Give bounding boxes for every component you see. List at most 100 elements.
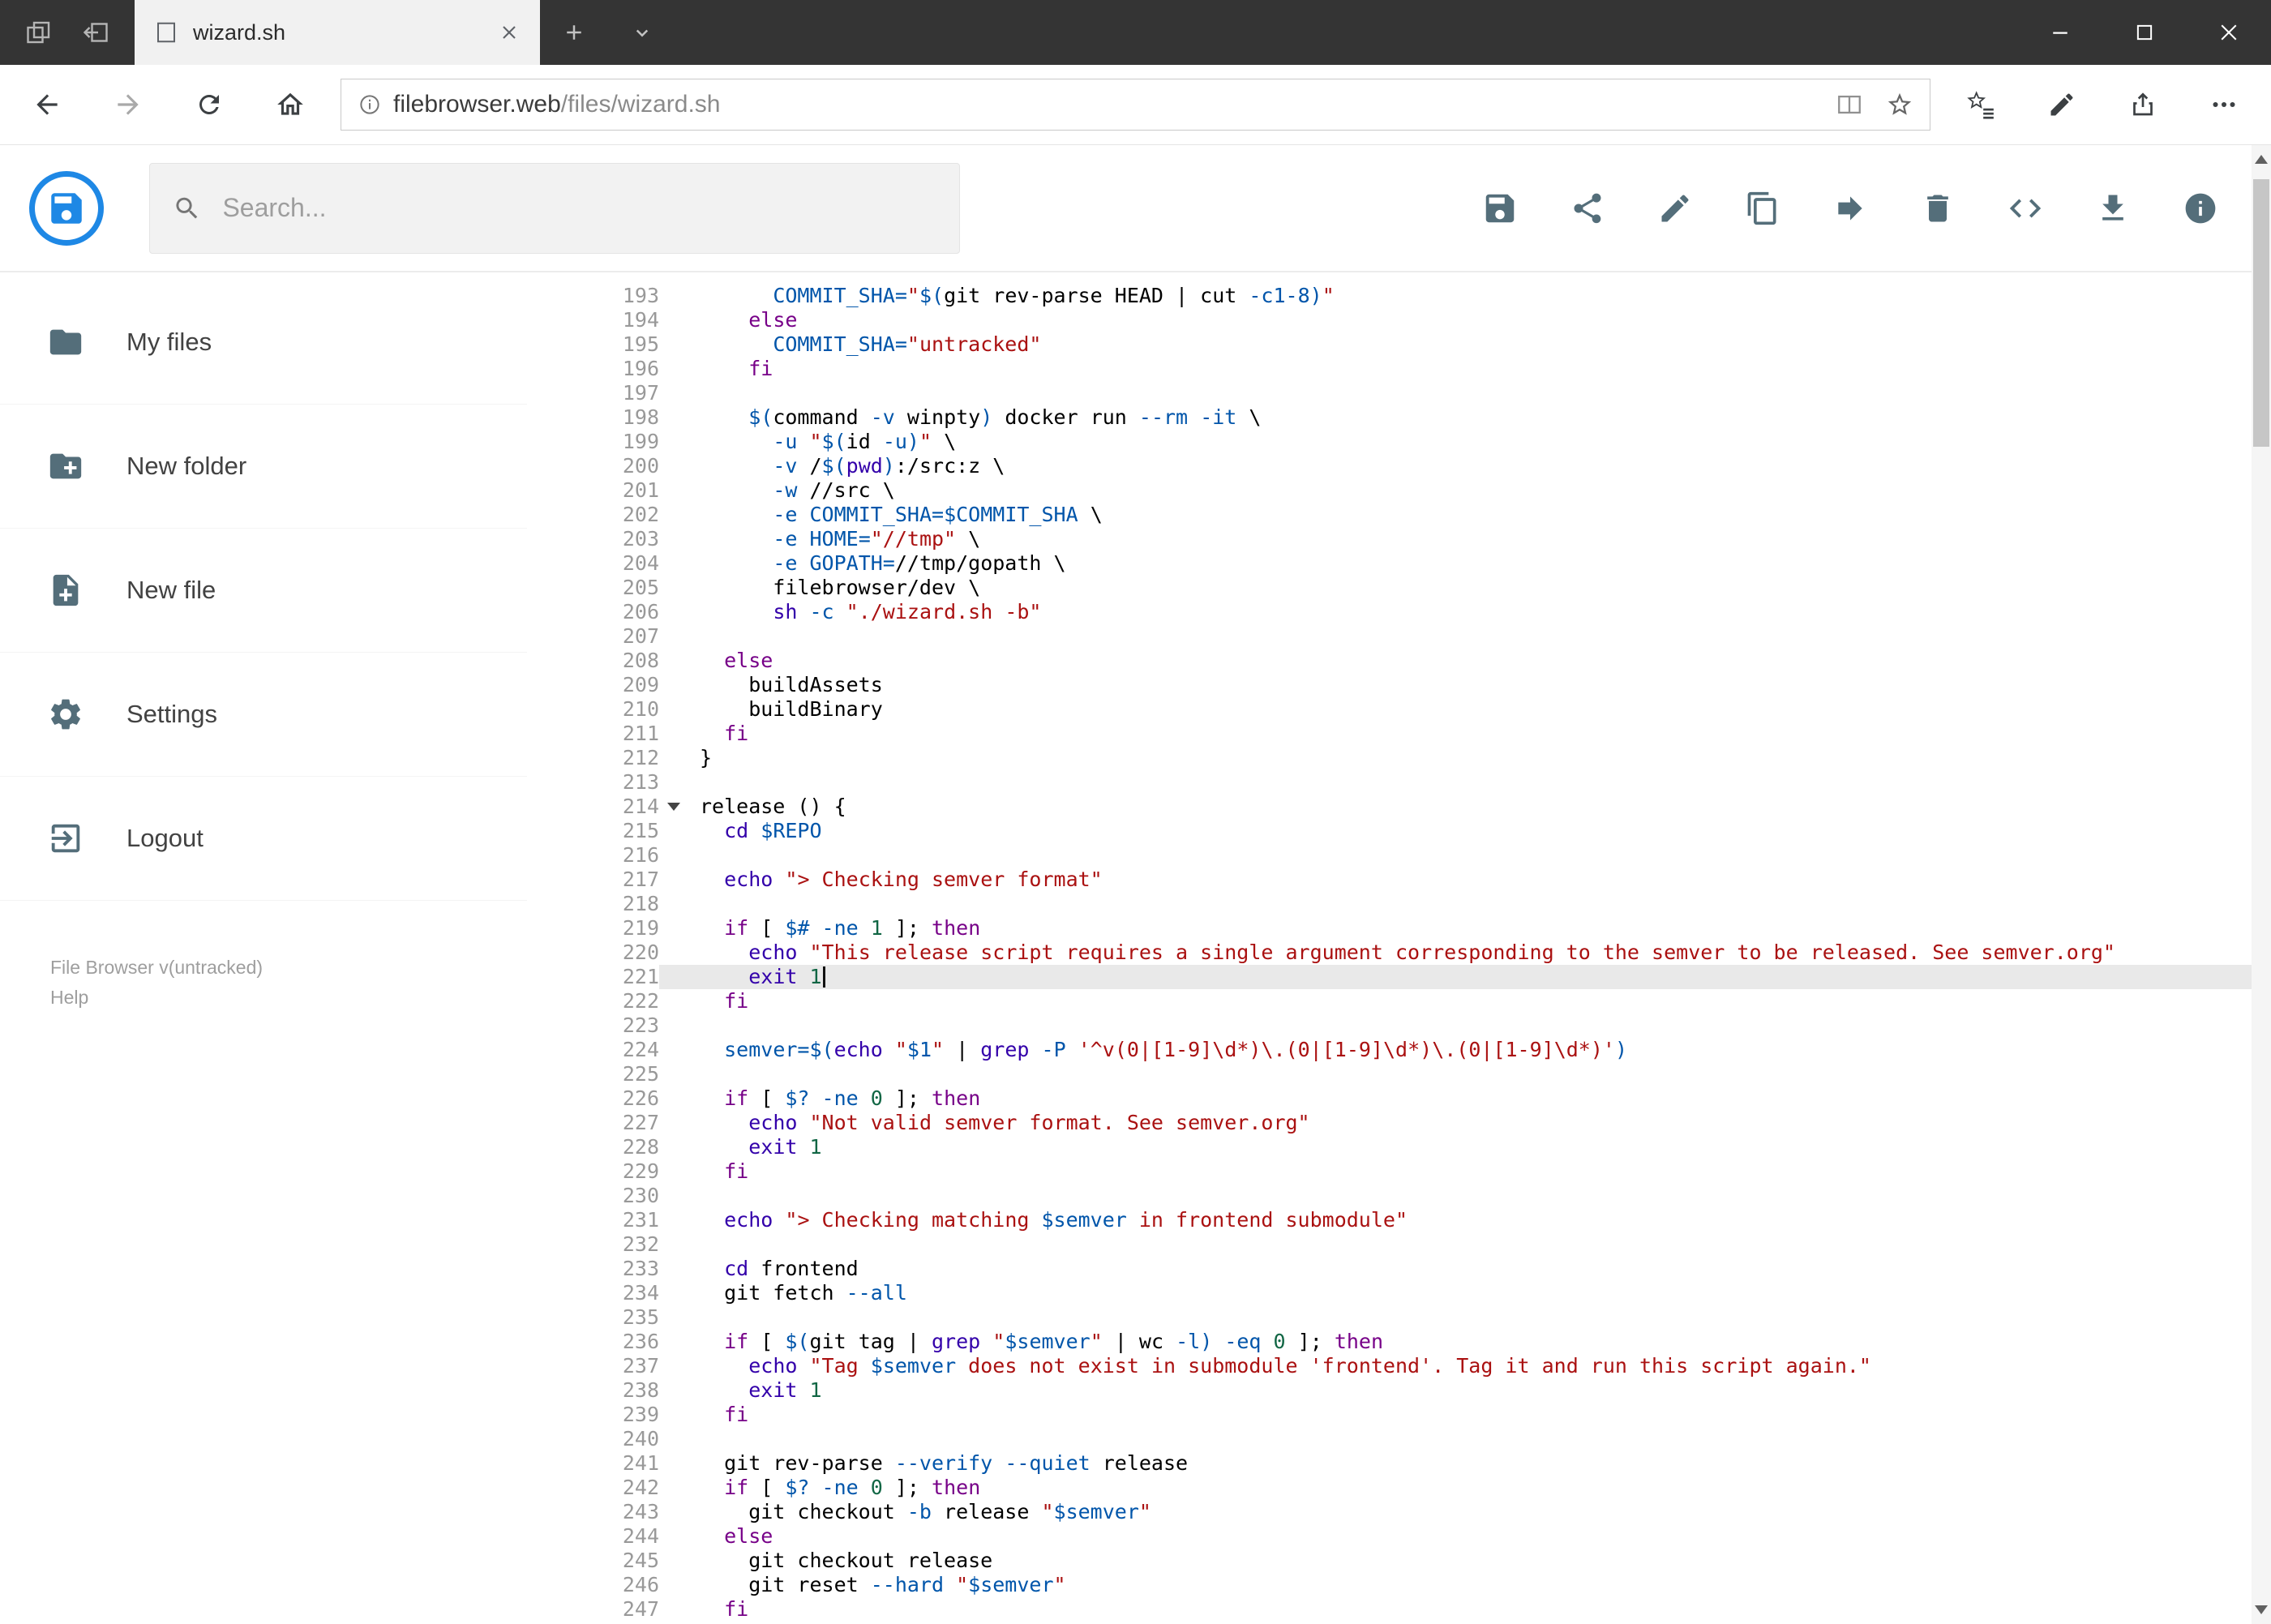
info-button[interactable] [2182,190,2219,227]
back-button[interactable] [6,65,88,144]
code-line[interactable]: 224 semver=$(echo "$1" | grep -P '^v(0|[… [527,1038,2271,1062]
code-line[interactable]: 233 cd frontend [527,1257,2271,1281]
code-line[interactable]: 194 else [527,308,2271,332]
filebrowser-logo[interactable] [29,170,104,246]
code-line[interactable]: 214 release () { [527,795,2271,819]
source-code-button[interactable] [2007,190,2044,227]
code-line[interactable]: 211 fi [527,722,2271,746]
code-line[interactable]: 246 git reset --hard "$semver" [527,1573,2271,1597]
page-scrollbar[interactable] [2252,145,2271,1624]
code-line[interactable]: 219 if [ $# -ne 1 ]; then [527,916,2271,941]
sidebar-item-settings[interactable]: Settings [0,653,527,777]
sidebar-item-my-files[interactable]: My files [0,281,527,405]
scroll-down-arrow-icon[interactable] [2255,1605,2268,1614]
code-line[interactable]: 243 git checkout -b release "$semver" [527,1500,2271,1524]
new-tab-button[interactable] [540,0,608,65]
code-line[interactable]: 217 echo "> Checking semver format" [527,868,2271,892]
share-file-button[interactable] [1569,190,1606,227]
copy-button[interactable] [1744,190,1781,227]
sidebar-item-logout[interactable]: Logout [0,777,527,901]
refresh-button[interactable] [169,65,250,144]
fold-marker-icon[interactable] [667,803,680,811]
search-box[interactable] [149,162,960,254]
code-line[interactable]: 220 echo "This release script requires a… [527,941,2271,965]
code-line[interactable]: 209 buildAssets [527,673,2271,697]
code-line[interactable]: 196 fi [527,357,2271,381]
code-editor[interactable]: 193 COMMIT_SHA="$(git rev-parse HEAD | c… [527,272,2271,1624]
tab-close-icon[interactable] [498,21,521,44]
code-line[interactable]: 205 filebrowser/dev \ [527,576,2271,600]
code-line[interactable]: 202 -e COMMIT_SHA=$COMMIT_SHA \ [527,503,2271,527]
code-line[interactable]: 235 [527,1305,2271,1330]
scrollbar-thumb[interactable] [2253,179,2269,447]
code-line[interactable]: 244 else [527,1524,2271,1549]
code-line[interactable]: 238 exit 1 [527,1378,2271,1403]
code-line[interactable]: 207 [527,624,2271,649]
code-line[interactable]: 230 [527,1184,2271,1208]
code-line[interactable]: 200 -v /$(pwd):/src:z \ [527,454,2271,478]
code-line[interactable]: 197 [527,381,2271,405]
close-button[interactable] [2187,0,2271,65]
code-line[interactable]: 203 -e HOME="//tmp" \ [527,527,2271,551]
reading-view-button[interactable] [1824,91,1875,118]
code-line[interactable]: 215 cd $REPO [527,819,2271,843]
code-line[interactable]: 195 COMMIT_SHA="untracked" [527,332,2271,357]
code-line[interactable]: 199 -u "$(id -u)" \ [527,430,2271,454]
code-line[interactable]: 239 fi [527,1403,2271,1427]
code-line[interactable]: 218 [527,892,2271,916]
delete-button[interactable] [1919,190,1956,227]
more-button[interactable] [2183,65,2265,144]
code-line[interactable]: 204 -e GOPATH=//tmp/gopath \ [527,551,2271,576]
add-favorite-button[interactable] [1875,91,1925,118]
home-button[interactable] [250,65,331,144]
url-text[interactable]: filebrowser.web/files/wizard.sh [393,91,1824,118]
page-info-button[interactable] [346,92,393,117]
minimize-button[interactable] [2018,0,2102,65]
code-line[interactable]: 210 buildBinary [527,697,2271,722]
code-line[interactable]: 237 echo "Tag $semver does not exist in … [527,1354,2271,1378]
share-button[interactable] [2102,65,2183,144]
code-line[interactable]: 221 exit 1 [527,965,2271,989]
code-line[interactable]: 206 sh -c "./wizard.sh -b" [527,600,2271,624]
code-line[interactable]: 216 [527,843,2271,868]
code-line[interactable]: 222 fi [527,989,2271,1013]
maximize-button[interactable] [2102,0,2187,65]
code-line[interactable]: 212} [527,746,2271,770]
code-line[interactable]: 232 [527,1232,2271,1257]
rename-button[interactable] [1656,190,1694,227]
code-line[interactable]: 242 if [ $? -ne 0 ]; then [527,1476,2271,1500]
move-button[interactable] [1832,190,1869,227]
download-button[interactable] [2094,190,2132,227]
help-link[interactable]: Help [50,983,527,1013]
code-line[interactable]: 201 -w //src \ [527,478,2271,503]
code-line[interactable]: 193 COMMIT_SHA="$(git rev-parse HEAD | c… [527,284,2271,308]
web-notes-button[interactable] [2021,65,2102,144]
address-bar[interactable]: filebrowser.web/files/wizard.sh [341,79,1930,131]
save-button[interactable] [1481,190,1519,227]
sidebar-item-new-folder[interactable]: New folder [0,405,527,529]
code-line[interactable]: 213 [527,770,2271,795]
code-line[interactable]: 231 echo "> Checking matching $semver in… [527,1208,2271,1232]
code-line[interactable]: 223 [527,1013,2271,1038]
code-line[interactable]: 234 git fetch --all [527,1281,2271,1305]
code-line[interactable]: 208 else [527,649,2271,673]
code-line[interactable]: 245 git checkout release [527,1549,2271,1573]
browser-tab[interactable]: wizard.sh [135,0,540,65]
search-input[interactable] [221,192,936,224]
code-line[interactable]: 236 if [ $(git tag | grep "$semver" | wc… [527,1330,2271,1354]
code-line[interactable]: 225 [527,1062,2271,1086]
code-line[interactable]: 198 $(command -v winpty) docker run --rm… [527,405,2271,430]
set-tabs-aside-button[interactable] [78,15,114,50]
code-line[interactable]: 247 fi [527,1597,2271,1622]
scroll-up-arrow-icon[interactable] [2255,155,2268,164]
code-line[interactable]: 229 fi [527,1159,2271,1184]
code-line[interactable]: 241 git rev-parse --verify --quiet relea… [527,1451,2271,1476]
tab-preview-toggle[interactable] [608,0,676,65]
code-line[interactable]: 240 [527,1427,2271,1451]
sidebar-item-new-file[interactable]: New file [0,529,527,653]
code-line[interactable]: 227 echo "Not valid semver format. See s… [527,1111,2271,1135]
code-line[interactable]: 228 exit 1 [527,1135,2271,1159]
tabs-set-aside-button[interactable] [21,15,57,50]
code-line[interactable]: 226 if [ $? -ne 0 ]; then [527,1086,2271,1111]
forward-button[interactable] [88,65,169,144]
